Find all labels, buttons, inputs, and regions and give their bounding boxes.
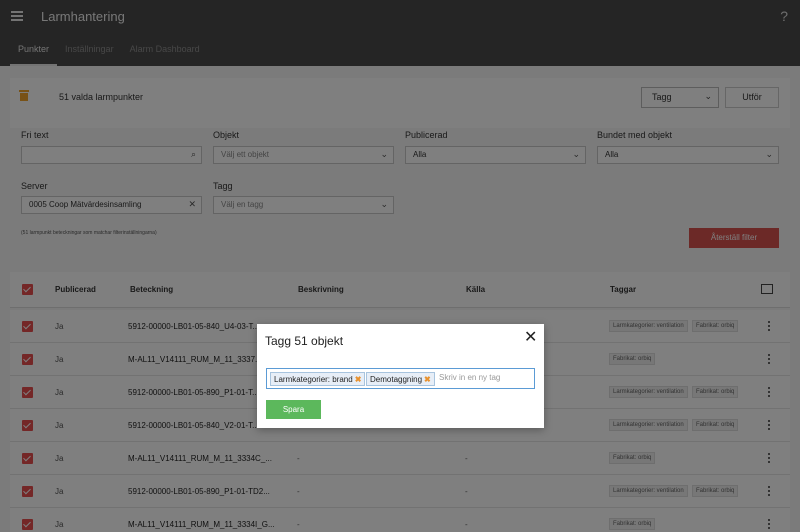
new-tag-placeholder[interactable]: Skriv in en ny tag <box>439 373 500 382</box>
modal-backdrop[interactable] <box>0 0 800 532</box>
tag-chip: Demotaggning ✖ <box>366 372 435 386</box>
save-button[interactable]: Spara <box>266 400 321 419</box>
remove-tag-icon[interactable]: ✖ <box>424 375 431 384</box>
close-icon[interactable]: ✕ <box>524 330 537 346</box>
dialog-title: Tagg 51 objekt <box>265 334 344 348</box>
remove-tag-icon[interactable]: ✖ <box>355 375 362 384</box>
tag-input[interactable]: Larmkategorier: brand ✖ Demotaggning ✖ Skr… <box>266 368 535 389</box>
tag-dialog: Tagg 51 objekt ✕ Larmkategorier: brand ✖ … <box>257 324 544 428</box>
tag-chip: Larmkategorier: brand ✖ <box>270 372 366 386</box>
